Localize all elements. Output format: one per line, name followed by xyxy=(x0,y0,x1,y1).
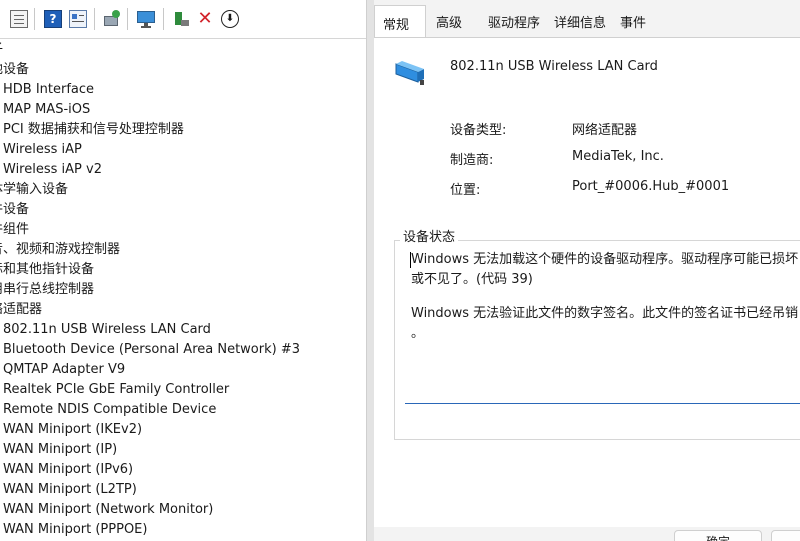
tree-item[interactable]: 802.11n USB Wireless LAN Card xyxy=(3,320,211,340)
enable-device-icon[interactable] xyxy=(172,10,190,28)
manufacturer-value: MediaTek, Inc. xyxy=(572,149,664,164)
properties-icon[interactable] xyxy=(10,10,28,28)
tree-item[interactable]: WAN Miniport (IKEv2) xyxy=(3,420,142,440)
tree-item[interactable]: WAN Miniport (Network Monitor) xyxy=(3,500,213,520)
status-line: 。 xyxy=(411,326,425,341)
scan-hardware-icon[interactable] xyxy=(103,10,121,28)
tab-advanced[interactable]: 高级 xyxy=(436,12,462,31)
tree-category[interactable]: 用串行总线控制器 xyxy=(0,280,94,300)
status-line: 或不见了。(代码 39) xyxy=(411,272,533,287)
network-adapter-icon xyxy=(394,58,426,88)
tree-item[interactable]: WAN Miniport (IPv6) xyxy=(3,460,133,480)
status-line: Windows 无法验证此文件的数字签名。此文件的签名证书已经吊销 xyxy=(411,306,799,321)
tree-category[interactable]: 络适配器 xyxy=(0,300,42,320)
tree-item[interactable]: Realtek PCIe GbE Family Controller xyxy=(3,380,229,400)
tree-category[interactable]: 音、视频和游戏控制器 xyxy=(0,240,120,260)
cancel-button[interactable] xyxy=(771,530,800,541)
toolbar-separator xyxy=(127,8,128,30)
tree-category[interactable]: 子 xyxy=(0,40,3,60)
tab-general[interactable]: 常规 xyxy=(374,5,426,38)
tree-item[interactable]: Wireless iAP v2 xyxy=(3,160,102,180)
location-label: 位置: xyxy=(450,183,481,198)
tree-category[interactable]: 件设备 xyxy=(0,200,29,220)
tree-item[interactable]: Wireless iAP xyxy=(3,140,82,160)
tab-driver[interactable]: 驱动程序 xyxy=(488,12,540,31)
tab-strip: 常规 高级 驱动程序 详细信息 事件 xyxy=(374,0,800,38)
tree-category[interactable]: 标和其他指针设备 xyxy=(0,260,94,280)
ok-button[interactable]: 确定 xyxy=(674,530,762,541)
tree-item[interactable]: HDB Interface xyxy=(3,80,94,100)
tree-item[interactable]: PCI 数据捕获和信号处理控制器 xyxy=(3,120,184,140)
toolbar-separator xyxy=(94,8,95,30)
help-icon[interactable]: ? xyxy=(44,10,62,28)
status-line: Windows 无法加载这个硬件的设备驱动程序。驱动程序可能已损坏 xyxy=(411,252,799,267)
properties-sheet-icon[interactable] xyxy=(69,10,87,28)
device-status-title: 设备状态 xyxy=(400,226,459,245)
tree-category[interactable]: 他设备 xyxy=(0,60,29,80)
device-manager-window: ? ✕ ⬇ 子 他设备 HDB In xyxy=(0,0,366,541)
tree-item[interactable]: WAN Miniport (PPPOE) xyxy=(3,520,147,540)
manufacturer-label: 制造商: xyxy=(450,153,494,168)
text-caret xyxy=(410,252,411,268)
tree-item[interactable]: Remote NDIS Compatible Device xyxy=(3,400,216,420)
uninstall-icon[interactable]: ✕ xyxy=(196,10,214,28)
update-driver-icon[interactable]: ⬇ xyxy=(221,10,239,28)
tab-events[interactable]: 事件 xyxy=(620,12,646,31)
monitor-icon[interactable] xyxy=(137,10,155,28)
tree-item[interactable]: QMTAP Adapter V9 xyxy=(3,360,125,380)
device-status-textbox[interactable]: Windows 无法加载这个硬件的设备驱动程序。驱动程序可能已损坏 或不见了。(… xyxy=(405,246,800,404)
tree-item[interactable]: WAN Miniport (IP) xyxy=(3,440,117,460)
tree-category[interactable]: 件组件 xyxy=(0,220,29,240)
properties-dialog: 常规 高级 驱动程序 详细信息 事件 802.11n USB Wireless … xyxy=(374,0,800,541)
device-type-label: 设备类型: xyxy=(450,123,507,138)
toolbar-separator xyxy=(34,8,35,30)
location-value: Port_#0006.Hub_#0001 xyxy=(572,179,730,194)
window-divider xyxy=(366,0,374,541)
tab-details[interactable]: 详细信息 xyxy=(554,12,606,31)
device-type-value: 网络适配器 xyxy=(572,123,638,138)
tree-item[interactable]: WAN Miniport (L2TP) xyxy=(3,480,137,500)
tree-item[interactable]: Bluetooth Device (Personal Area Network)… xyxy=(3,340,300,360)
toolbar-separator xyxy=(163,8,164,30)
tree-category[interactable]: 体学输入设备 xyxy=(0,180,68,200)
device-name: 802.11n USB Wireless LAN Card xyxy=(450,59,658,74)
toolbar: ? ✕ ⬇ xyxy=(0,0,366,39)
tree-item[interactable]: MAP MAS-iOS xyxy=(3,100,90,120)
general-tab-panel: 802.11n USB Wireless LAN Card 设备类型: 网络适配… xyxy=(374,37,800,527)
